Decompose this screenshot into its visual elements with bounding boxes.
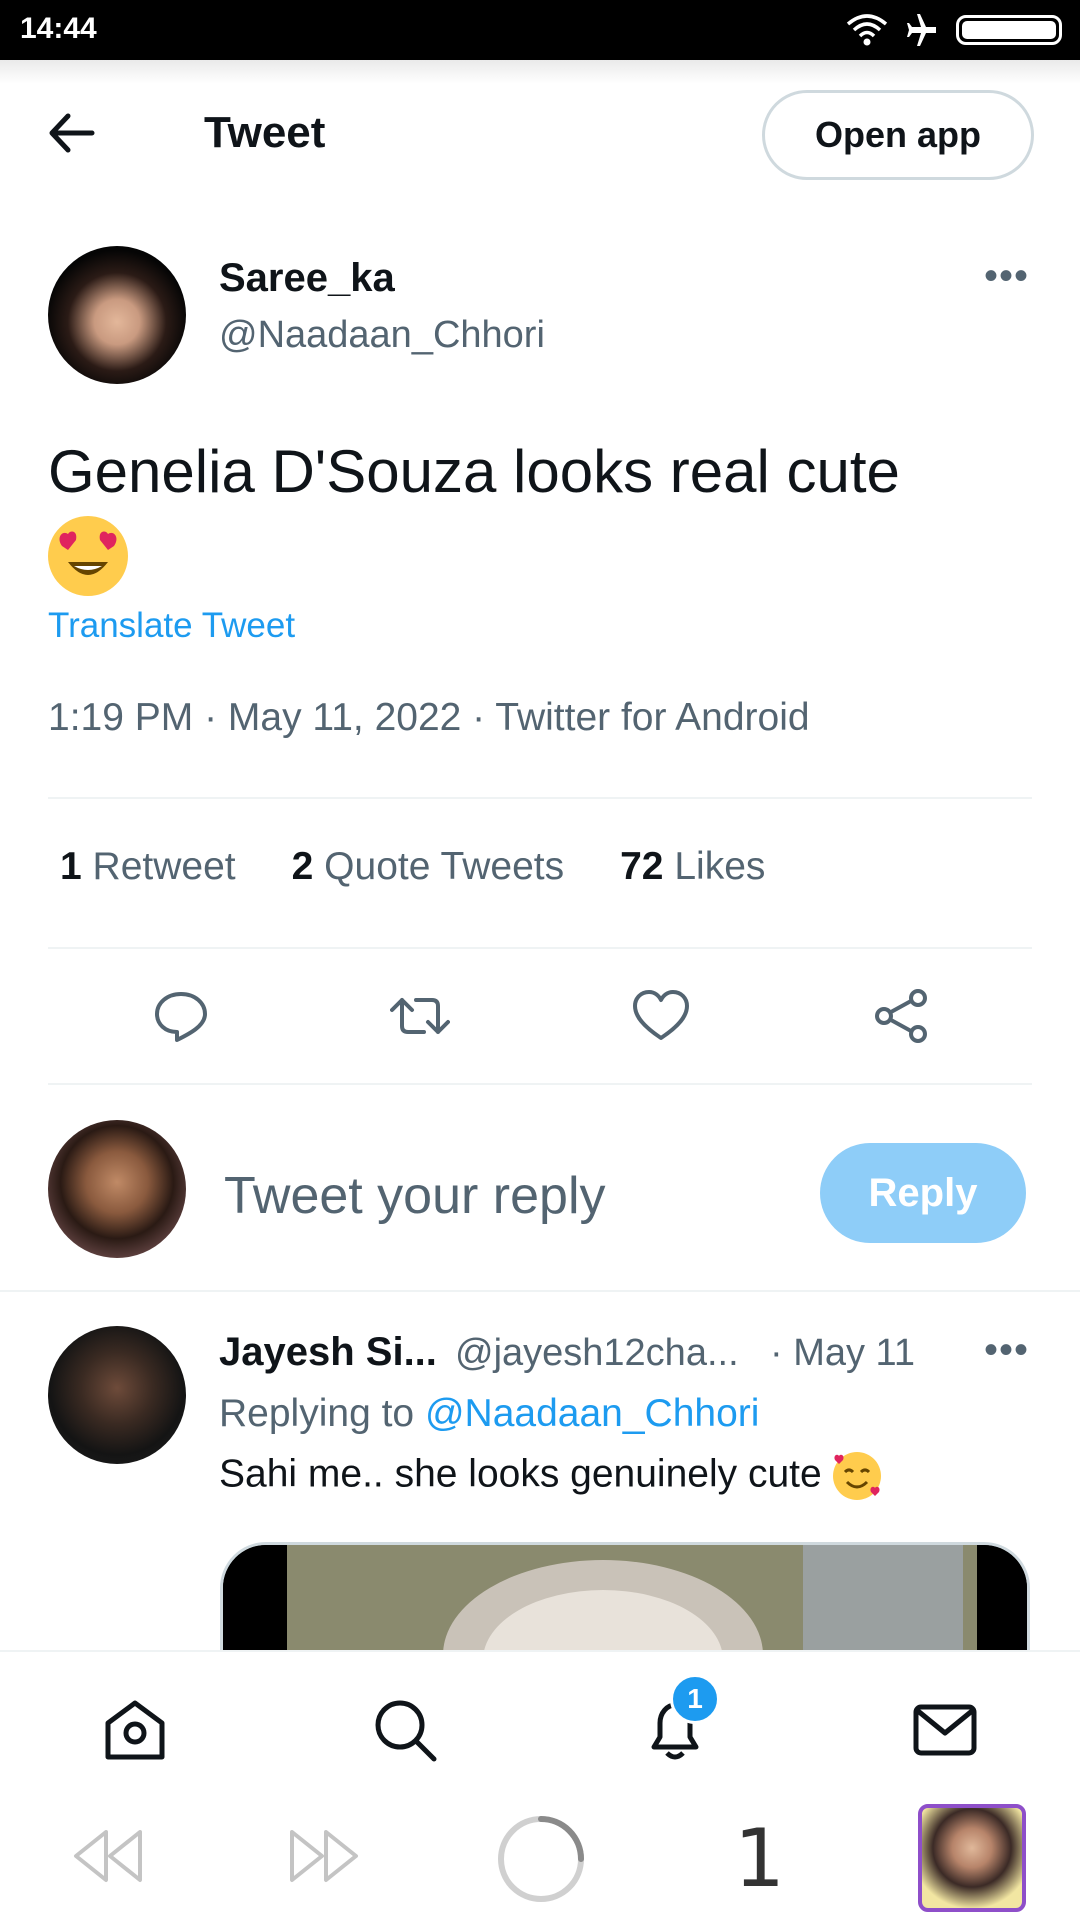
comment-icon <box>155 992 207 1042</box>
fast-forward-icon <box>290 1830 358 1882</box>
reply-input[interactable]: Tweet your reply <box>224 1166 606 1226</box>
tweet-text: Genelia D'Souza looks real cute <box>48 432 1038 597</box>
search-icon <box>375 1700 437 1762</box>
retweet-action-button[interactable] <box>390 986 450 1046</box>
browser-reload-button[interactable] <box>494 1812 588 1911</box>
browser-forward-button[interactable] <box>286 1826 362 1891</box>
divider <box>0 1290 1080 1292</box>
wifi-icon <box>846 14 888 46</box>
share-action-button[interactable] <box>872 986 932 1046</box>
airplane-icon <box>907 14 936 46</box>
current-user-avatar[interactable] <box>48 1120 186 1258</box>
battery-icon <box>956 15 1062 45</box>
home-tab[interactable] <box>100 1695 170 1765</box>
reply-text: Sahi me.. she looks genuinely cute <box>219 1452 881 1500</box>
smiling-face-with-hearts-emoji-icon <box>832 1452 881 1500</box>
heart-eyes-emoji-icon <box>48 516 128 597</box>
media-preview <box>223 1545 1027 1652</box>
retweet-icon <box>390 998 450 1034</box>
browser-back-button[interactable] <box>70 1826 146 1891</box>
home-icon <box>105 1700 165 1760</box>
likes-stat[interactable]: 72 Likes <box>620 845 765 889</box>
search-tab[interactable] <box>370 1695 440 1765</box>
open-app-button[interactable]: Open app <box>762 90 1034 180</box>
quote-tweets-stat[interactable]: 2 Quote Tweets <box>292 845 564 889</box>
divider <box>48 797 1032 799</box>
arrow-left-icon <box>49 113 95 153</box>
reply-author-handle[interactable]: @jayesh12cha... <box>455 1332 739 1375</box>
reply-action-button[interactable] <box>151 986 211 1046</box>
reply-button[interactable]: Reply <box>820 1143 1026 1243</box>
translate-tweet-link[interactable]: Translate Tweet <box>48 606 295 646</box>
mail-icon <box>913 1704 977 1756</box>
divider <box>48 947 1032 949</box>
reply-text-content: Sahi me.. she looks genuinely cute <box>219 1452 822 1496</box>
reply-date[interactable]: · May 11 <box>770 1332 915 1375</box>
replying-to-prefix: Replying to <box>219 1392 415 1435</box>
share-icon <box>875 989 927 1043</box>
tweet-text-content: Genelia D'Souza looks real cute <box>48 438 900 505</box>
author-handle[interactable]: @Naadaan_Chhori <box>219 314 545 357</box>
replying-to: Replying to @Naadaan_Chhori <box>219 1392 759 1436</box>
tweet-meta: 1:19 PM · May 11, 2022 · Twitter for And… <box>48 696 810 739</box>
notification-badge: 1 <box>670 1674 720 1724</box>
status-time: 14:44 <box>20 12 97 45</box>
reply-media-image[interactable] <box>220 1542 1030 1652</box>
page-title: Tweet <box>204 108 326 157</box>
like-action-button[interactable] <box>631 986 691 1046</box>
replying-to-mention[interactable]: @Naadaan_Chhori <box>425 1392 759 1435</box>
back-button[interactable] <box>44 108 104 158</box>
messages-tab[interactable] <box>910 1695 980 1765</box>
tab-count[interactable]: 1 <box>734 1812 785 1905</box>
reply-author-name[interactable]: Jayesh Si... <box>219 1330 437 1375</box>
divider <box>48 1083 1032 1085</box>
loading-spinner-icon <box>498 1816 584 1902</box>
tweet-stats: 1 Retweet 2 Quote Tweets 72 Likes <box>60 845 765 889</box>
more-options-icon[interactable]: ••• <box>984 254 1029 299</box>
reply-author-avatar[interactable] <box>48 1326 186 1464</box>
status-icons <box>846 14 1062 46</box>
header-shadow <box>0 60 1080 84</box>
author-name[interactable]: Saree_ka <box>219 256 395 301</box>
heart-icon <box>633 990 689 1040</box>
browser-tab-thumbnail[interactable] <box>918 1804 1026 1912</box>
retweets-stat[interactable]: 1 Retweet <box>60 845 236 889</box>
author-avatar[interactable] <box>48 246 186 384</box>
reply-more-options-icon[interactable]: ••• <box>984 1328 1029 1373</box>
rewind-icon <box>74 1830 142 1882</box>
